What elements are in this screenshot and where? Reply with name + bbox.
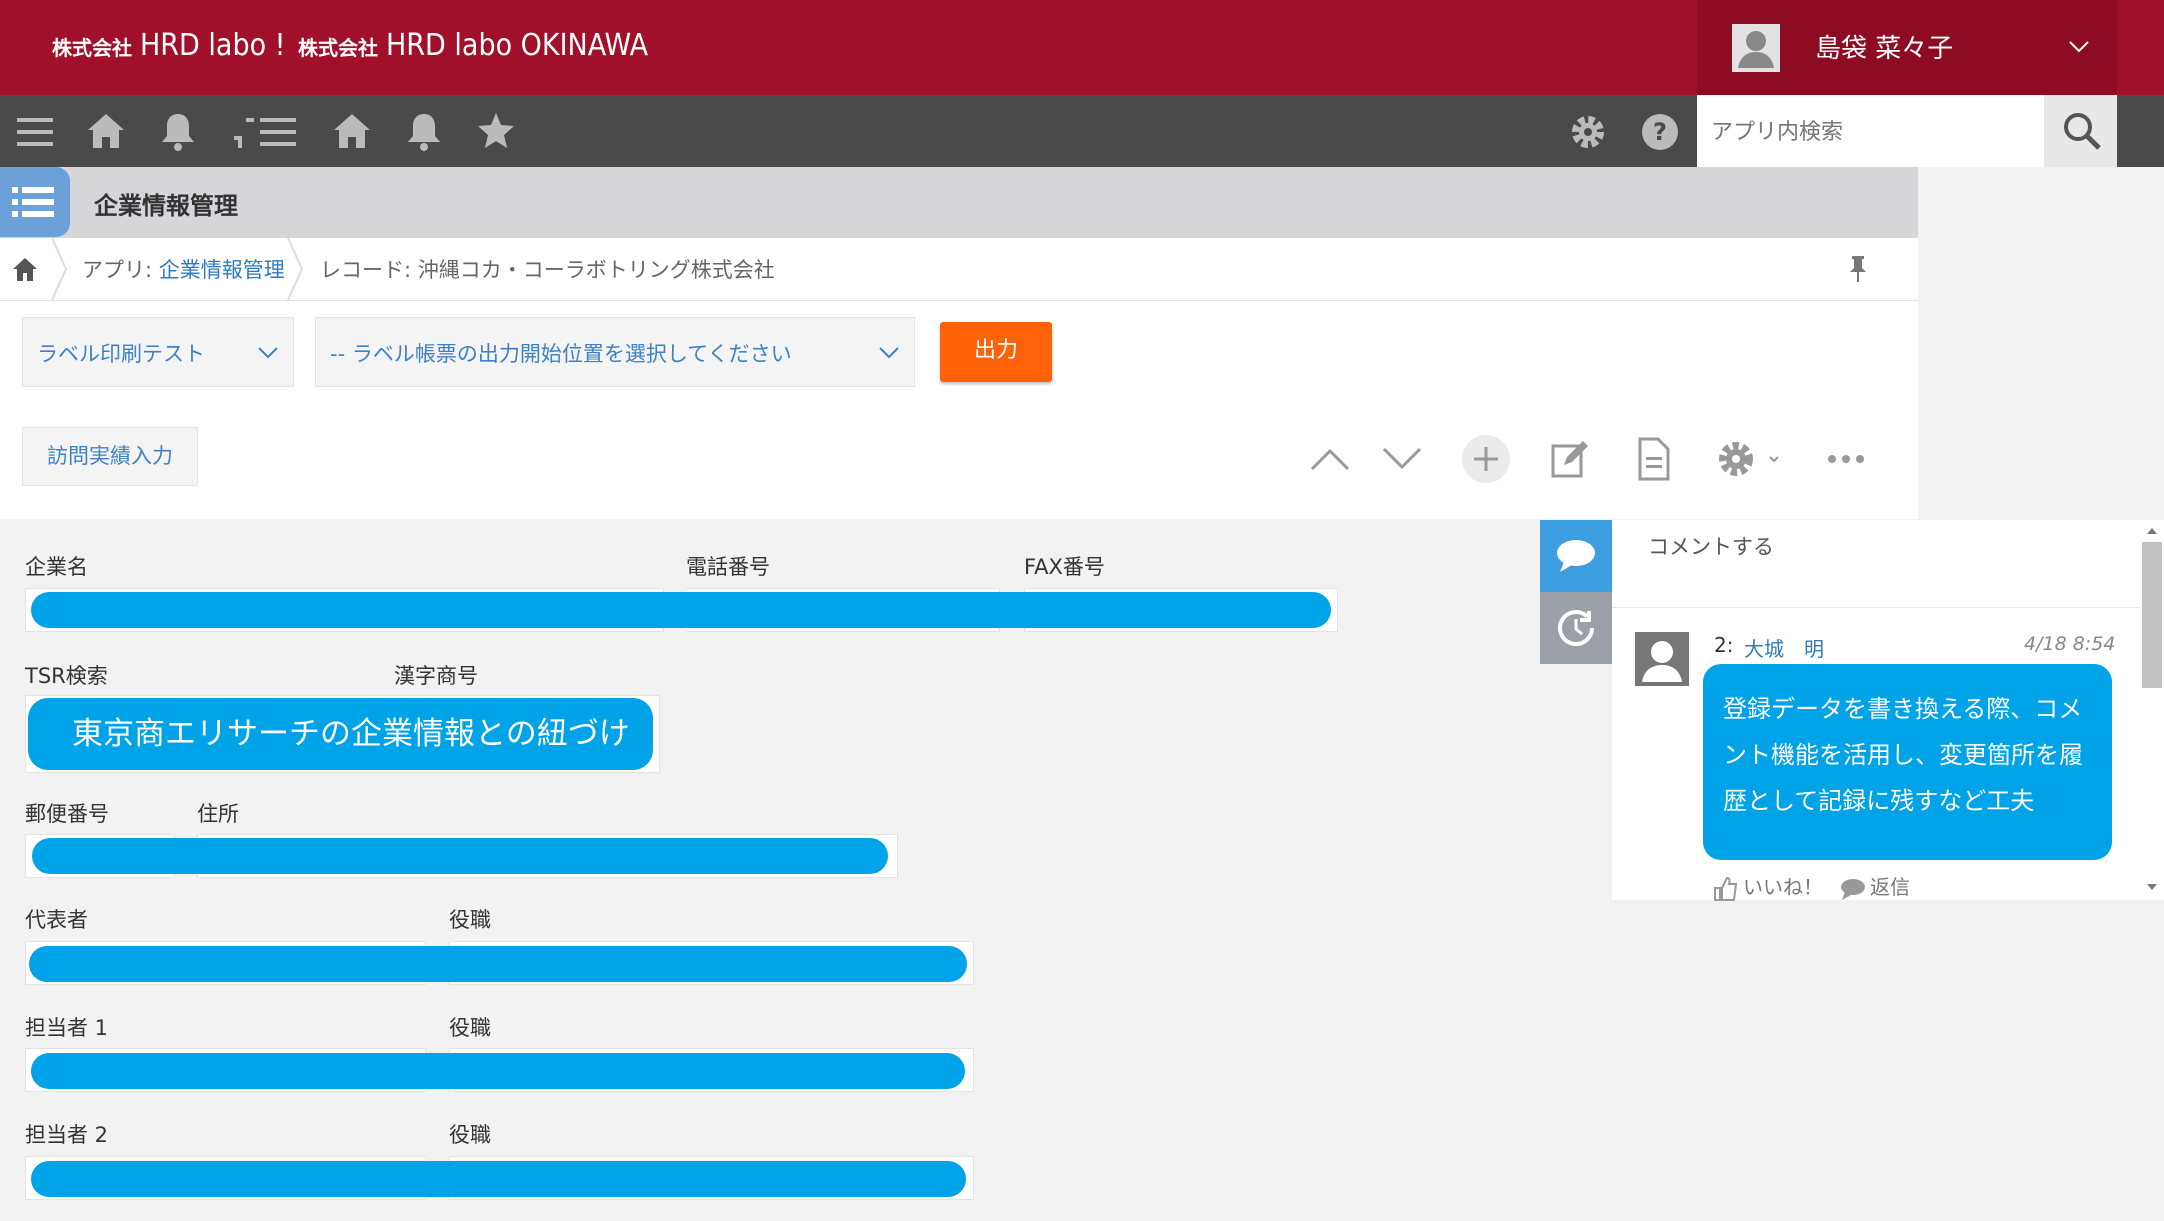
search-button[interactable]: [2044, 95, 2117, 167]
breadcrumb-separator: [287, 238, 304, 300]
tsr-link-button[interactable]: 東京商エリサーチの企業情報との紐づけ: [28, 698, 653, 770]
help-icon[interactable]: ?: [1640, 110, 1680, 158]
breadcrumb-record: レコード: 沖縄コカ・コーラボトリング株式会社: [320, 258, 775, 282]
logo-text: HRD labo !: [140, 28, 286, 63]
logo-hrd-labo-okinawa[interactable]: 株式会社 HRD labo OKINAWA: [298, 28, 648, 63]
comments-tab[interactable]: [1540, 520, 1612, 592]
history-tab[interactable]: [1540, 592, 1612, 664]
select-value: ラベル印刷テスト: [37, 342, 205, 366]
representative-label: 代表者: [25, 908, 88, 932]
address-label: 住所: [197, 802, 239, 826]
breadcrumb-app-prefix: アプリ:: [82, 258, 159, 282]
logo-prefix: 株式会社: [298, 36, 378, 60]
reply-button[interactable]: 返信: [1870, 871, 1910, 900]
home-icon[interactable]: [86, 110, 126, 158]
contact2-label: 担当者 2: [25, 1123, 109, 1147]
select-value: -- ラベル帳票の出力開始位置を選択してください: [330, 342, 792, 366]
comment-body: 登録データを書き換える際、コメント機能を活用し、変更箇所を履歴として記録に残すな…: [1703, 664, 2112, 860]
hamburger-icon[interactable]: [230, 110, 300, 158]
search-input[interactable]: [1709, 115, 2033, 149]
edit-icon[interactable]: [1548, 435, 1592, 487]
representative-title-label: 役職: [449, 908, 491, 932]
label-template-select[interactable]: ラベル印刷テスト: [22, 317, 294, 387]
logo-text: HRD labo OKINAWA: [386, 28, 649, 63]
comment-icon: [1557, 540, 1595, 572]
chevron-down-icon[interactable]: [1380, 435, 1424, 487]
history-icon: [1558, 610, 1594, 646]
comment-input[interactable]: コメントする: [1648, 531, 1774, 561]
chevron-down-icon: [258, 347, 278, 359]
breadcrumb-app-link[interactable]: 企業情報管理: [159, 258, 285, 282]
svg-text:?: ?: [1653, 118, 1667, 146]
gear-icon[interactable]: [1714, 435, 1784, 487]
representative-redaction: [29, 946, 967, 982]
comment-divider: [1612, 607, 2140, 608]
kanji-name-label: 漢字商号: [394, 664, 478, 688]
list-icon[interactable]: [0, 167, 70, 237]
scroll-up-icon[interactable]: [2146, 526, 2158, 536]
comment-user[interactable]: 大城 明: [1744, 633, 1824, 662]
breadcrumb-separator: [51, 238, 68, 300]
breadcrumb-app[interactable]: アプリ: 企業情報管理: [82, 254, 285, 284]
scrollbar-thumb[interactable]: [2142, 542, 2162, 688]
phone-label: 電話番号: [686, 555, 770, 579]
user-avatar: [1732, 24, 1780, 72]
search-box: [1697, 95, 2044, 167]
reply-icon[interactable]: [1840, 877, 1866, 905]
search-icon: [2064, 113, 2101, 150]
hamburger-icon[interactable]: [15, 110, 55, 158]
bell-icon[interactable]: [158, 110, 198, 158]
contact1-title-label: 役職: [449, 1016, 491, 1040]
fax-label: FAX番号: [1024, 555, 1105, 579]
home-icon[interactable]: [12, 254, 38, 288]
bell-icon[interactable]: [404, 110, 444, 158]
output-button[interactable]: 出力: [940, 322, 1052, 382]
company-phone-fax-redaction: [31, 592, 1331, 628]
address-redaction: [32, 838, 888, 874]
gear-icon[interactable]: [1568, 110, 1608, 158]
comment-time: 4/18 8:54: [2024, 633, 2116, 655]
logo-hrd-labo[interactable]: 株式会社 HRD labo !: [52, 28, 285, 63]
comment-number: 2:: [1714, 633, 1734, 657]
contact2-title-label: 役職: [449, 1123, 491, 1147]
scroll-down-icon[interactable]: [2146, 882, 2158, 892]
home-icon[interactable]: [332, 110, 372, 158]
star-icon[interactable]: [476, 110, 516, 158]
chevron-down-icon: [879, 347, 899, 359]
app-title-bar: [0, 167, 1918, 238]
app-title[interactable]: 企業情報管理: [94, 186, 238, 221]
contact1-redaction: [31, 1053, 965, 1089]
plus-icon[interactable]: [1460, 435, 1512, 487]
like-icon[interactable]: [1713, 876, 1739, 906]
company-name-label: 企業名: [25, 555, 88, 579]
postal-code-label: 郵便番号: [25, 802, 109, 826]
like-button[interactable]: いいね！: [1743, 871, 1823, 900]
contact2-redaction: [31, 1161, 966, 1197]
chevron-down-icon[interactable]: [2068, 30, 2090, 68]
user-name[interactable]: 島袋 菜々子: [1815, 28, 1953, 65]
chevron-up-icon[interactable]: [1308, 435, 1352, 487]
visit-record-button[interactable]: 訪問実績入力: [22, 427, 198, 486]
logo-prefix: 株式会社: [52, 36, 132, 60]
output-position-select[interactable]: -- ラベル帳票の出力開始位置を選択してください: [315, 317, 915, 387]
commenter-avatar: [1635, 632, 1689, 686]
tsr-search-label: TSR検索: [25, 664, 108, 688]
pin-icon[interactable]: [1846, 254, 1870, 288]
more-icon[interactable]: [1826, 435, 1870, 487]
copy-icon[interactable]: [1632, 435, 1676, 487]
contact1-label: 担当者 1: [25, 1016, 109, 1040]
